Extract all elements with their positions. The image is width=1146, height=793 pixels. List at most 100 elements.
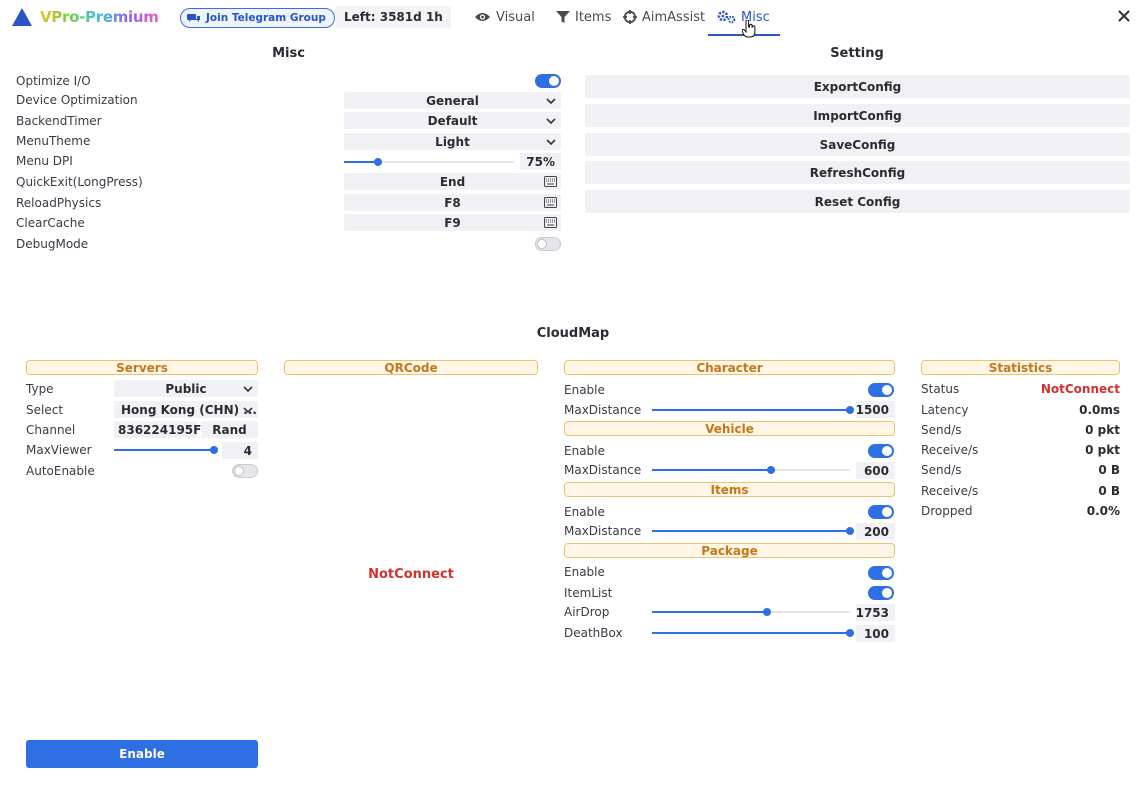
setting-panel-title: Setting — [830, 46, 884, 61]
character-enable-label: Enable — [564, 383, 605, 397]
tab-visual-label: Visual — [496, 9, 535, 25]
reload-physics-key-value: F8 — [444, 195, 461, 210]
backend-timer-combo[interactable]: Default — [344, 112, 561, 129]
airdrop-value: 1753 — [856, 604, 895, 621]
server-type-combo[interactable]: Public — [114, 380, 258, 397]
stat-send-pkt-label: Send/s — [921, 423, 962, 437]
gears-icon — [717, 10, 736, 24]
logo-triangle-icon — [12, 8, 32, 26]
time-left-badge: Left: 3581d 1h — [336, 6, 451, 28]
menu-theme-value: Light — [435, 134, 470, 149]
channel-label: Channel — [26, 423, 76, 437]
save-config-button[interactable]: SaveConfig — [585, 133, 1130, 156]
keyboard-icon — [544, 217, 557, 228]
quick-exit-label: QuickExit(LongPress) — [16, 175, 143, 189]
app-name: VPro-Premium — [40, 8, 159, 26]
import-config-button[interactable]: ImportConfig — [585, 104, 1130, 127]
stat-receive-pkt-value: 0 pkt — [1085, 443, 1120, 457]
optimize-io-toggle[interactable] — [535, 74, 561, 88]
debug-mode-label: DebugMode — [16, 237, 89, 251]
stat-status-value: NotConnect — [1040, 382, 1120, 396]
vehicle-maxdistance-slider[interactable] — [652, 465, 850, 475]
crosshair-icon — [623, 10, 637, 24]
vehicle-enable-toggle[interactable] — [868, 444, 894, 458]
server-type-label: Type — [26, 382, 54, 396]
character-maxdistance-value: 1500 — [856, 401, 895, 418]
stat-send-bytes-label: Send/s — [921, 463, 962, 477]
character-enable-toggle[interactable] — [868, 383, 894, 397]
device-optimization-combo[interactable]: General — [344, 92, 561, 109]
chat-icon — [187, 13, 200, 22]
menu-theme-label: MenuTheme — [16, 134, 91, 148]
tab-aimassist[interactable]: AimAssist — [623, 6, 705, 28]
cloudmap-title: CloudMap — [536, 326, 610, 341]
export-config-button[interactable]: ExportConfig — [585, 75, 1130, 98]
airdrop-slider[interactable] — [652, 607, 850, 617]
items-enable-toggle[interactable] — [868, 505, 894, 519]
clear-cache-label: ClearCache — [16, 216, 85, 230]
stat-latency-value: 0.0ms — [1079, 403, 1120, 417]
statistics-header: Statistics — [921, 360, 1120, 375]
menu-dpi-label: Menu DPI — [16, 154, 73, 168]
vehicle-enable-label: Enable — [564, 444, 605, 458]
slider-thumb[interactable] — [374, 158, 382, 166]
stat-status-label: Status — [921, 382, 960, 396]
slider-thumb[interactable] — [210, 446, 218, 454]
debug-mode-toggle[interactable] — [535, 237, 561, 251]
itemlist-label: ItemList — [564, 586, 613, 600]
clear-cache-key-input[interactable]: F9 — [344, 214, 561, 231]
package-header: Package — [564, 543, 895, 558]
slider-thumb[interactable] — [846, 406, 854, 414]
quick-exit-key-value: End — [439, 174, 466, 189]
package-enable-toggle[interactable] — [868, 566, 894, 580]
server-select-combo[interactable]: Hong Kong (CHN) ... — [114, 401, 258, 418]
reset-config-button[interactable]: Reset Config — [585, 190, 1130, 213]
vehicle-maxdistance-value: 600 — [856, 462, 895, 479]
server-type-value: Public — [165, 381, 207, 396]
stat-receive-bytes-value: 0 B — [1098, 484, 1120, 498]
telegram-label: Join Telegram Group — [206, 12, 326, 24]
character-maxdistance-slider[interactable] — [652, 405, 854, 415]
deathbox-slider[interactable] — [652, 628, 854, 638]
tab-visual[interactable]: Visual — [474, 6, 535, 28]
menu-dpi-slider[interactable] — [344, 157, 514, 167]
quick-exit-key-input[interactable]: End — [344, 173, 561, 190]
slider-thumb[interactable] — [762, 608, 771, 616]
chevron-down-icon — [243, 407, 253, 414]
keyboard-icon — [544, 197, 557, 208]
optimize-io-label: Optimize I/O — [16, 74, 91, 88]
maxviewer-slider[interactable] — [114, 445, 218, 455]
reload-physics-key-input[interactable]: F8 — [344, 194, 561, 211]
package-enable-label: Enable — [564, 565, 605, 579]
items-maxdistance-slider[interactable] — [652, 526, 854, 536]
close-icon[interactable] — [1116, 8, 1132, 24]
app-window: VPro-Premium Join Telegram Group Left: 3… — [0, 0, 1146, 793]
chevron-down-icon — [546, 118, 556, 125]
menu-theme-combo[interactable]: Light — [344, 133, 561, 150]
slider-thumb[interactable] — [766, 466, 775, 474]
qrcode-status: NotConnect — [368, 567, 454, 582]
stat-send-pkt-value: 0 pkt — [1085, 423, 1120, 437]
device-optimization-label: Device Optimization — [16, 93, 138, 107]
backend-timer-label: BackendTimer — [16, 114, 102, 128]
rand-button[interactable]: Rand — [201, 421, 258, 438]
slider-thumb[interactable] — [846, 527, 854, 535]
channel-input[interactable]: 836224195F — [114, 421, 201, 438]
maxviewer-value: 4 — [222, 442, 258, 459]
itemlist-toggle[interactable] — [868, 586, 894, 600]
qrcode-header: QRCode — [284, 360, 538, 375]
menu-dpi-value: 75% — [520, 153, 561, 170]
join-telegram-button[interactable]: Join Telegram Group — [180, 8, 335, 28]
hand-cursor-icon — [742, 20, 756, 38]
reload-physics-label: ReloadPhysics — [16, 196, 102, 210]
tab-items[interactable]: Items — [556, 6, 611, 28]
items-enable-label: Enable — [564, 505, 605, 519]
chevron-down-icon — [546, 139, 556, 146]
autoenable-toggle[interactable] — [232, 464, 258, 478]
stat-dropped-value: 0.0% — [1086, 504, 1120, 518]
stat-receive-pkt-label: Receive/s — [921, 443, 979, 457]
servers-enable-button[interactable]: Enable — [26, 740, 258, 768]
slider-thumb[interactable] — [846, 629, 854, 637]
refresh-config-button[interactable]: RefreshConfig — [585, 161, 1130, 184]
chevron-down-icon — [546, 98, 556, 105]
